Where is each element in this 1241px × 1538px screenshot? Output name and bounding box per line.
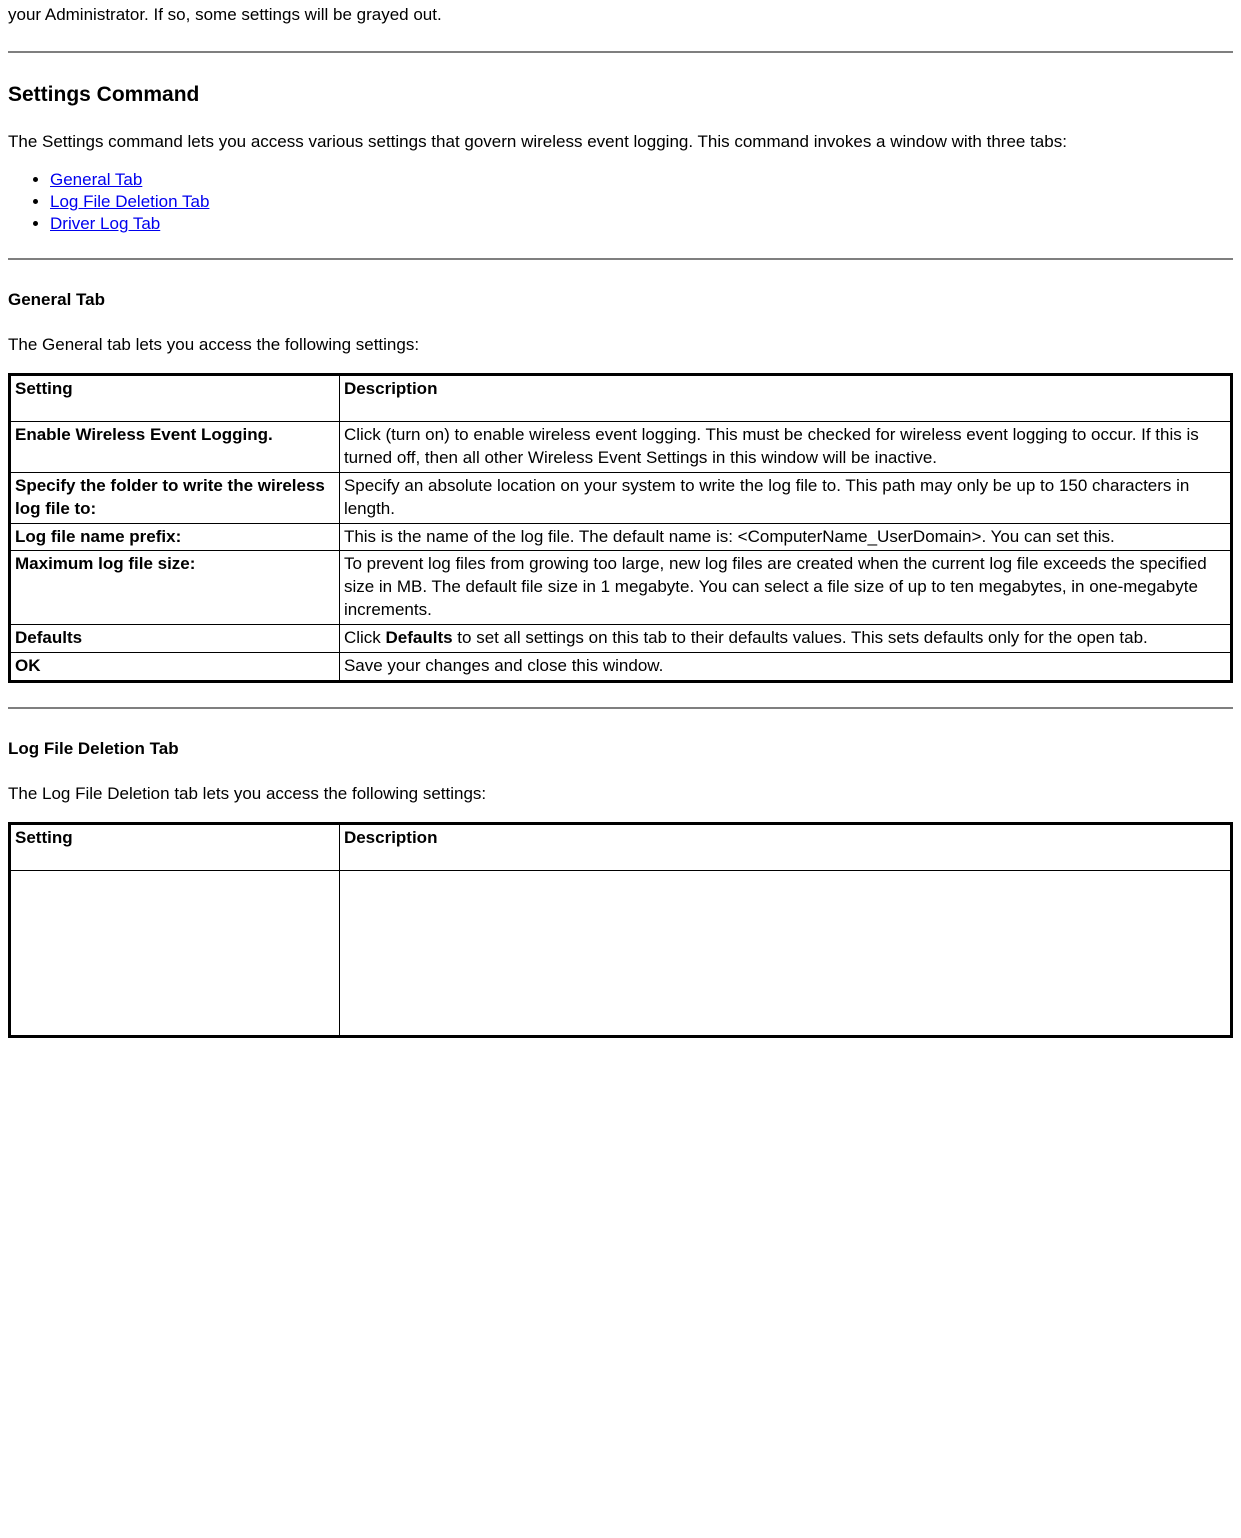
table-header-row: Setting Description [10,824,1232,871]
description-cell: Click (turn on) to enable wireless event… [339,421,1231,472]
setting-cell: Maximum log file size: [10,551,340,625]
setting-cell: Enable Wireless Event Logging. [10,421,340,472]
log-file-deletion-paragraph: The Log File Deletion tab lets you acces… [8,783,1233,806]
table-row: Defaults Click Defaults to set all setti… [10,625,1232,653]
settings-command-paragraph: The Settings command lets you access var… [8,131,1233,154]
description-cell: This is the name of the log file. The de… [339,523,1231,551]
th-setting: Setting [10,374,340,421]
table-row: Enable Wireless Event Logging. Click (tu… [10,421,1232,472]
description-cell: To prevent log files from growing too la… [339,551,1231,625]
link-log-file-deletion-tab[interactable]: Log File Deletion Tab [50,192,209,211]
general-tab-table: Setting Description Enable Wireless Even… [8,373,1233,683]
general-tab-heading: General Tab [8,290,1233,310]
setting-cell: OK [10,653,340,682]
setting-cell: Specify the folder to write the wireless… [10,472,340,523]
desc-bold: Defaults [386,628,453,647]
divider [8,51,1233,53]
th-description: Description [339,824,1231,871]
tab-link-list: General Tab Log File Deletion Tab Driver… [8,170,1233,234]
description-cell: Specify an absolute location on your sys… [339,472,1231,523]
desc-prefix: Click [344,628,386,647]
table-row: Maximum log file size: To prevent log fi… [10,551,1232,625]
th-description: Description [339,374,1231,421]
description-cell: Save your changes and close this window. [339,653,1231,682]
link-general-tab[interactable]: General Tab [50,170,142,189]
divider [8,258,1233,260]
description-cell: Click Defaults to set all settings on th… [339,625,1231,653]
setting-cell: Log file name prefix: [10,523,340,551]
description-cell [339,871,1231,1037]
settings-command-heading: Settings Command [8,83,1233,107]
table-row: OK Save your changes and close this wind… [10,653,1232,682]
table-header-row: Setting Description [10,374,1232,421]
general-tab-paragraph: The General tab lets you access the foll… [8,334,1233,357]
list-item: General Tab [50,170,1233,190]
log-file-deletion-table: Setting Description [8,822,1233,1038]
list-item: Log File Deletion Tab [50,192,1233,212]
table-row [10,871,1232,1037]
intro-fragment: your Administrator. If so, some settings… [8,4,1233,27]
divider [8,707,1233,709]
table-row: Log file name prefix: This is the name o… [10,523,1232,551]
th-setting: Setting [10,824,340,871]
link-driver-log-tab[interactable]: Driver Log Tab [50,214,160,233]
table-row: Specify the folder to write the wireless… [10,472,1232,523]
list-item: Driver Log Tab [50,214,1233,234]
log-file-deletion-heading: Log File Deletion Tab [8,739,1233,759]
desc-suffix: to set all settings on this tab to their… [453,628,1148,647]
setting-cell [10,871,340,1037]
setting-cell: Defaults [10,625,340,653]
